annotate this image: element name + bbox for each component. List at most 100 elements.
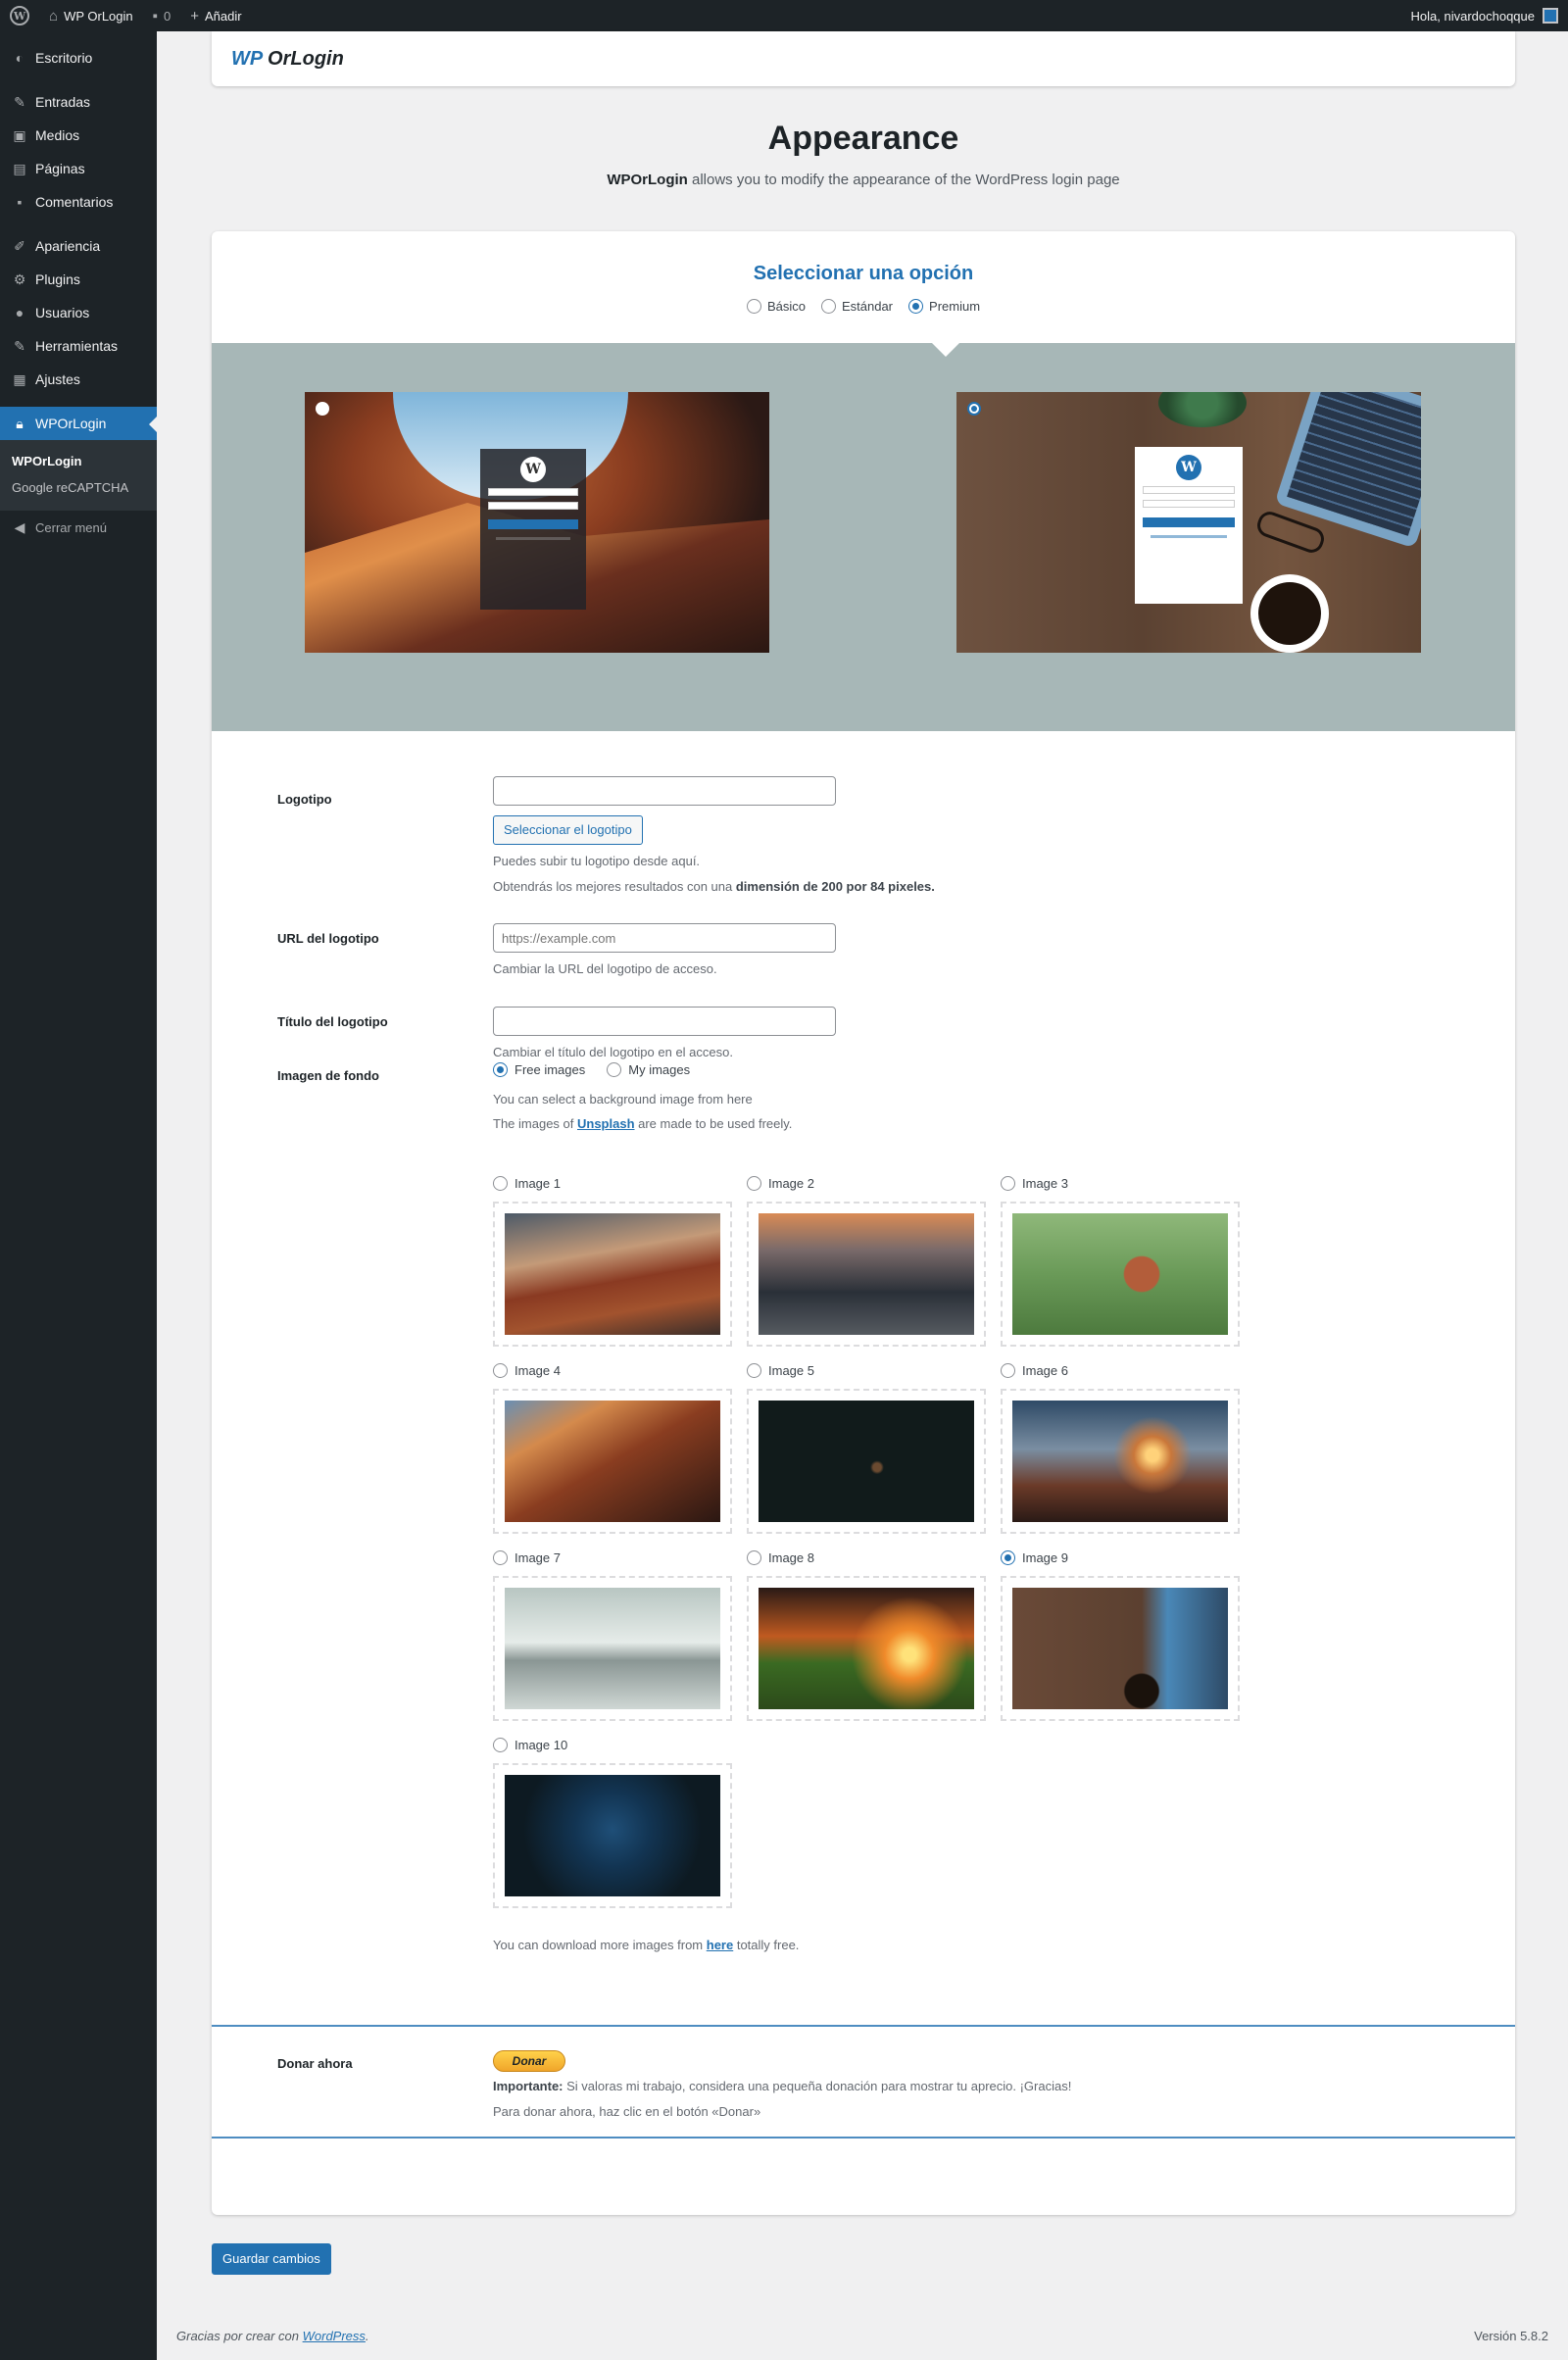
mini-login-form: W — [480, 449, 586, 610]
sidebar-item-label: Apariencia — [35, 238, 101, 254]
option-title: Seleccionar una opción — [753, 263, 974, 284]
donate-important: Importante: Si valoras mi trabajo, consi… — [493, 2079, 1072, 2093]
collapse-menu-button[interactable]: ◀ Cerrar menú — [0, 511, 157, 544]
dashboard-icon: ◐ — [15, 50, 24, 66]
radio-button[interactable] — [1001, 1362, 1015, 1378]
background-thumbnail — [1012, 1213, 1228, 1335]
background-thumbnail — [759, 1401, 974, 1522]
sidebar-item-medios[interactable]: ▣ Medios — [0, 119, 157, 152]
logo-url-desc: Cambiar la URL del logotipo de acceso. — [493, 961, 717, 976]
sidebar-item-ajustes[interactable]: ▦ Ajustes — [0, 363, 157, 396]
unsplash-link[interactable]: Unsplash — [577, 1116, 635, 1131]
main-content: WP OrLogin Appearance WPOrLogin allows y… — [212, 31, 1515, 2215]
sidebar-item-label: Medios — [35, 127, 80, 143]
logo-title-input[interactable] — [493, 1007, 836, 1036]
background-thumbnail — [1012, 1588, 1228, 1709]
select-logo-button[interactable]: Seleccionar el logotipo — [493, 815, 643, 845]
logo-url-input[interactable] — [493, 923, 836, 953]
image-option-10[interactable]: Image 10 — [493, 1736, 732, 1908]
image-option-9[interactable]: Image 9 — [1001, 1549, 1240, 1721]
sidebar-item-paginas[interactable]: ▤ Páginas — [0, 152, 157, 185]
radio-button[interactable] — [493, 1175, 508, 1191]
template-radio-2[interactable] — [967, 402, 981, 416]
radio-button[interactable] — [820, 299, 836, 314]
sidebar-item-label: WPOrLogin — [35, 416, 107, 431]
sidebar-item-wporlogin[interactable]: 🔒︎ WPOrLogin — [0, 407, 157, 440]
radio-button[interactable] — [607, 1062, 622, 1077]
sidebar-item-escritorio[interactable]: ◐ Escritorio — [0, 41, 157, 74]
logo-url-label: URL del logotipo — [277, 931, 379, 946]
radio-button[interactable] — [747, 1362, 761, 1378]
wordpress-logo-menu[interactable]: W — [0, 0, 39, 31]
sidebar-item-plugins[interactable]: ⚙ Plugins — [0, 263, 157, 296]
brush-icon: ✐ — [14, 237, 25, 254]
free-images-option[interactable]: Free images — [493, 1062, 585, 1077]
background-thumbnail — [1012, 1401, 1228, 1522]
image-option-5[interactable]: Image 5 — [747, 1361, 986, 1534]
radio-button[interactable] — [746, 299, 761, 314]
radio-button[interactable] — [493, 1549, 508, 1565]
sidebar-item-apariencia[interactable]: ✐ Apariencia — [0, 229, 157, 263]
sidebar-item-label: Plugins — [35, 271, 80, 287]
template-preview-1[interactable]: W — [305, 392, 769, 653]
site-name-menu[interactable]: ⌂ WP OrLogin — [39, 0, 143, 31]
page-title: Appearance — [767, 120, 959, 157]
submenu-item-wporlogin[interactable]: WPOrLogin — [0, 448, 157, 474]
logo-label: Logotipo — [277, 792, 332, 807]
collapse-label: Cerrar menú — [35, 519, 107, 535]
logo-title-desc: Cambiar el título del logotipo en el acc… — [493, 1045, 733, 1059]
option-basico[interactable]: Básico — [746, 299, 806, 314]
my-images-option[interactable]: My images — [607, 1062, 690, 1077]
image-option-2[interactable]: Image 2 — [747, 1174, 986, 1347]
more-images-link[interactable]: here — [707, 1938, 733, 1952]
image-option-1[interactable]: Image 1 — [493, 1174, 732, 1347]
radio-button[interactable] — [1001, 1175, 1015, 1191]
image-option-4[interactable]: Image 4 — [493, 1361, 732, 1534]
radio-button-selected[interactable] — [1001, 1549, 1015, 1565]
radio-button[interactable] — [493, 1362, 508, 1378]
save-changes-button[interactable]: Guardar cambios — [212, 2243, 331, 2275]
background-desc: You can select a background image from h… — [493, 1092, 793, 1131]
new-content-menu[interactable]: + Añadir — [180, 0, 251, 31]
new-content-label: Añadir — [204, 8, 242, 24]
template-preview-2[interactable]: W — [956, 392, 1421, 653]
page-subtitle: WPOrLogin allows you to modify the appea… — [607, 172, 1120, 188]
image-option-6[interactable]: Image 6 — [1001, 1361, 1240, 1534]
footer-thanks: Gracias por crear con WordPress. — [176, 2329, 369, 2343]
sidebar-item-usuarios[interactable]: ● Usuarios — [0, 296, 157, 329]
plus-icon: + — [190, 7, 199, 25]
background-thumbnail — [759, 1213, 974, 1335]
radio-button[interactable] — [493, 1737, 508, 1752]
my-account-menu[interactable]: Hola, nivardochoqque — [1401, 0, 1568, 31]
radio-button-selected[interactable] — [908, 299, 924, 314]
sidebar-item-herramientas[interactable]: ✎ Herramientas — [0, 329, 157, 363]
logo-title-field: Cambiar el título del logotipo en el acc… — [493, 1007, 836, 1061]
template-radio-1[interactable] — [316, 402, 329, 416]
background-thumbnail — [759, 1588, 974, 1709]
logo-field: Seleccionar el logotipo Puedes subir tu … — [493, 776, 935, 896]
radio-button[interactable] — [747, 1549, 761, 1565]
greeting: Hola, nivardochoqque — [1410, 8, 1535, 24]
sidebar-item-label: Herramientas — [35, 338, 119, 354]
image-option-8[interactable]: Image 8 — [747, 1549, 986, 1721]
image-option-7[interactable]: Image 7 — [493, 1549, 732, 1721]
comments-menu[interactable]: ▪ 0 — [143, 0, 181, 31]
submenu-item-recaptcha[interactable]: Google reCAPTCHA — [0, 474, 157, 501]
radio-button[interactable] — [747, 1175, 761, 1191]
sidebar-item-label: Escritorio — [35, 50, 93, 66]
donate-divider-bottom — [212, 2137, 1515, 2139]
admin-sidebar: ◐ Escritorio ✎ Entradas ▣ Medios ▤ Págin… — [0, 31, 157, 2360]
radio-button-selected[interactable] — [493, 1062, 508, 1077]
user-icon: ● — [15, 305, 24, 320]
sidebar-item-comentarios[interactable]: ▪ Comentarios — [0, 185, 157, 219]
donate-button[interactable]: Donar — [493, 2050, 565, 2072]
wordpress-link[interactable]: WordPress — [303, 2329, 366, 2343]
wordpress-logo-icon: W — [520, 457, 546, 482]
pin-icon: ✎ — [14, 93, 25, 110]
plugin-logo: WP OrLogin — [231, 47, 344, 70]
option-premium[interactable]: Premium — [908, 299, 980, 314]
logo-input[interactable] — [493, 776, 836, 806]
sidebar-item-entradas[interactable]: ✎ Entradas — [0, 85, 157, 119]
image-option-3[interactable]: Image 3 — [1001, 1174, 1240, 1347]
option-estandar[interactable]: Estándar — [820, 299, 893, 314]
